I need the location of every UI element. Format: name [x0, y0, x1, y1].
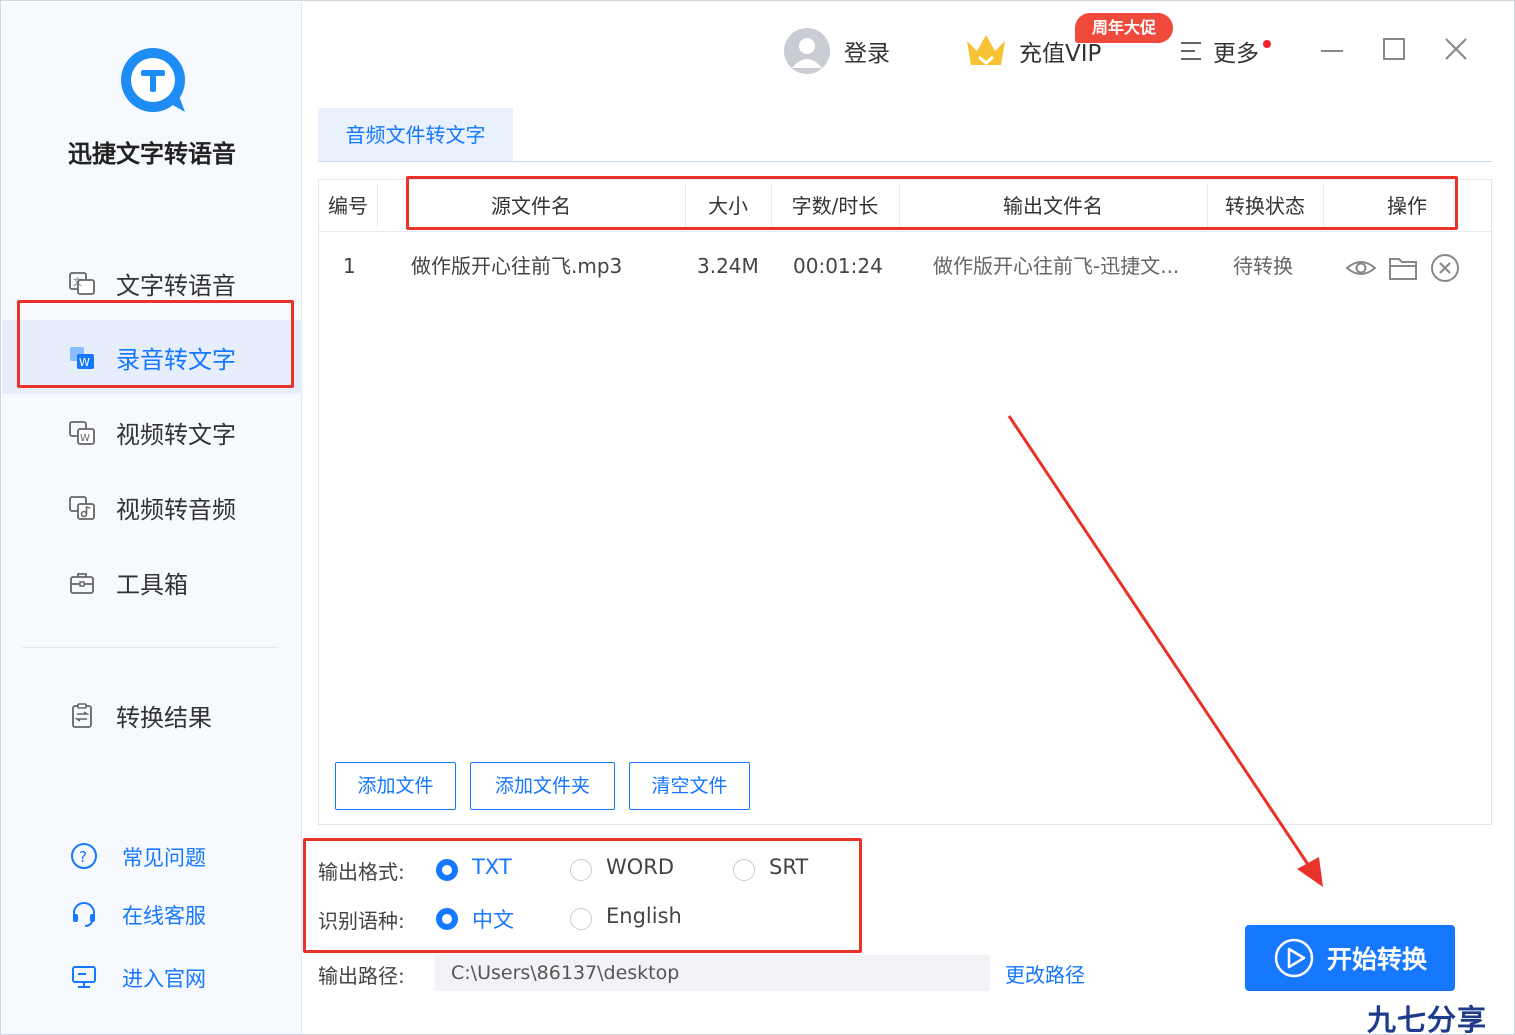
delete-circle-icon[interactable]	[1429, 252, 1461, 284]
sidebar-item-results[interactable]: 转换结果	[2, 678, 302, 752]
preview-eye-icon[interactable]	[1345, 252, 1377, 284]
column-separator	[1323, 184, 1324, 228]
add-folder-button[interactable]: 添加文件夹	[470, 762, 615, 810]
format-option-srt[interactable]: SRT	[769, 855, 808, 879]
format-radio-word[interactable]	[570, 859, 592, 881]
svg-text:?: ?	[79, 848, 87, 866]
more-menu-button[interactable]: 更多	[1179, 27, 1271, 75]
tab-audio-file-to-text[interactable]: 音频文件转文字	[318, 108, 513, 162]
crown-icon	[967, 35, 1005, 65]
sidebar-item-label: 文字转语音	[116, 272, 236, 300]
sidebar-item-audio-to-text[interactable]: W 录音转文字	[2, 320, 302, 394]
cell-duration: 00:01:24	[793, 254, 883, 278]
online-support-label: 在线客服	[122, 904, 206, 928]
watermark-text: 九七分享吧	[1367, 1003, 1488, 1035]
text-to-speech-icon: 文	[69, 272, 95, 295]
app-logo-icon	[121, 48, 185, 112]
sidebar-item-label: 视频转音频	[116, 496, 236, 524]
online-support-link[interactable]: 在线客服	[2, 894, 302, 934]
format-radio-txt[interactable]	[436, 859, 458, 881]
column-header-index: 编号	[328, 194, 368, 218]
language-option-chinese[interactable]: 中文	[472, 904, 514, 934]
clear-files-button[interactable]: 清空文件	[629, 762, 750, 810]
sidebar-item-label: 视频转文字	[116, 421, 236, 449]
tab-underline	[318, 161, 1492, 162]
table-row[interactable]: 1 做作版开心往前飞.mp3 3.24M 00:01:24 做作版开心往前飞-迅…	[319, 240, 1491, 292]
user-icon	[792, 38, 822, 68]
column-header-output: 输出文件名	[1003, 194, 1103, 218]
official-site-label: 进入官网	[122, 967, 206, 991]
sidebar-item-toolbox[interactable]: 工具箱	[2, 545, 302, 619]
format-option-txt[interactable]: TXT	[472, 855, 512, 879]
minimize-button[interactable]	[1313, 31, 1349, 67]
file-table-panel: 编号 源文件名 大小 字数/时长 输出文件名 转换状态 操作 1 做作版开心往前…	[318, 179, 1492, 825]
open-folder-icon[interactable]	[1387, 252, 1419, 284]
video-to-audio-icon	[69, 496, 95, 520]
sidebar-divider	[22, 647, 278, 648]
table-header: 编号 源文件名 大小 字数/时长 输出文件名 转换状态 操作	[319, 180, 1491, 232]
sidebar-item-text-to-speech[interactable]: 文 文字转语音	[2, 246, 302, 320]
output-path-field[interactable]: C:\Users\86137\desktop	[435, 955, 990, 991]
language-option-english[interactable]: English	[606, 904, 682, 928]
svg-text:文: 文	[73, 276, 82, 288]
output-path-label: 输出路径:	[318, 964, 405, 988]
language-label: 识别语种:	[318, 909, 405, 933]
svg-text:W: W	[79, 356, 90, 369]
column-header-duration: 字数/时长	[791, 194, 879, 218]
notification-dot	[1263, 40, 1271, 48]
sidebar-item-label: 转换结果	[116, 704, 212, 732]
monitor-icon	[72, 966, 96, 988]
sidebar: 迅捷文字转语音 文 文字转语音 W 录音转文字 W 视频转文字 视频转音频 工具…	[2, 2, 302, 1034]
login-button[interactable]: 登录	[784, 27, 890, 75]
menu-icon	[1181, 42, 1201, 60]
output-format-label: 输出格式:	[318, 860, 405, 884]
format-radio-srt[interactable]	[733, 859, 755, 881]
cell-size: 3.24M	[697, 254, 759, 278]
maximize-button[interactable]	[1376, 31, 1412, 67]
promo-badge[interactable]: 周年大促	[1075, 13, 1173, 43]
column-header-source: 源文件名	[491, 194, 571, 218]
sidebar-item-video-to-audio[interactable]: 视频转音频	[2, 470, 302, 544]
column-header-size: 大小	[708, 194, 748, 218]
close-button[interactable]	[1438, 31, 1474, 67]
language-radio-chinese[interactable]	[436, 908, 458, 930]
format-option-word[interactable]: WORD	[606, 855, 674, 879]
headset-icon	[73, 902, 95, 927]
cell-status: 待转换	[1233, 254, 1293, 278]
language-radio-english[interactable]	[570, 908, 592, 930]
official-site-link[interactable]: 进入官网	[2, 957, 302, 997]
audio-to-text-icon: W	[70, 347, 94, 369]
faq-link[interactable]: ? 常见问题	[2, 836, 302, 876]
play-circle-icon	[1274, 938, 1314, 978]
column-header-status: 转换状态	[1225, 194, 1305, 218]
video-to-text-icon: W	[69, 421, 95, 445]
sidebar-item-label: 工具箱	[116, 571, 188, 599]
cell-output-name: 做作版开心往前飞-迅捷文...	[933, 254, 1180, 278]
faq-label: 常见问题	[122, 846, 206, 870]
avatar	[784, 28, 830, 74]
cell-index: 1	[343, 254, 356, 278]
help-icon: ?	[71, 843, 97, 869]
clipboard-icon	[72, 703, 92, 728]
more-label: 更多	[1213, 41, 1259, 67]
app-title: 迅捷文字转语音	[68, 140, 236, 168]
column-header-actions: 操作	[1387, 194, 1427, 218]
sidebar-item-video-to-text[interactable]: W 视频转文字	[2, 395, 302, 469]
start-convert-button[interactable]: 开始转换	[1245, 925, 1455, 991]
cell-source-name: 做作版开心往前飞.mp3	[411, 254, 623, 278]
start-convert-label: 开始转换	[1326, 945, 1427, 974]
change-path-link[interactable]: 更改路径	[1005, 959, 1085, 988]
sidebar-item-label: 录音转文字	[116, 346, 236, 374]
toolbox-icon	[70, 573, 94, 594]
svg-text:W: W	[80, 433, 90, 444]
add-file-button[interactable]: 添加文件	[335, 762, 456, 810]
login-label: 登录	[844, 41, 890, 67]
column-separator	[377, 184, 378, 228]
app-window: 迅捷文字转语音 文 文字转语音 W 录音转文字 W 视频转文字 视频转音频 工具…	[0, 0, 1515, 1035]
